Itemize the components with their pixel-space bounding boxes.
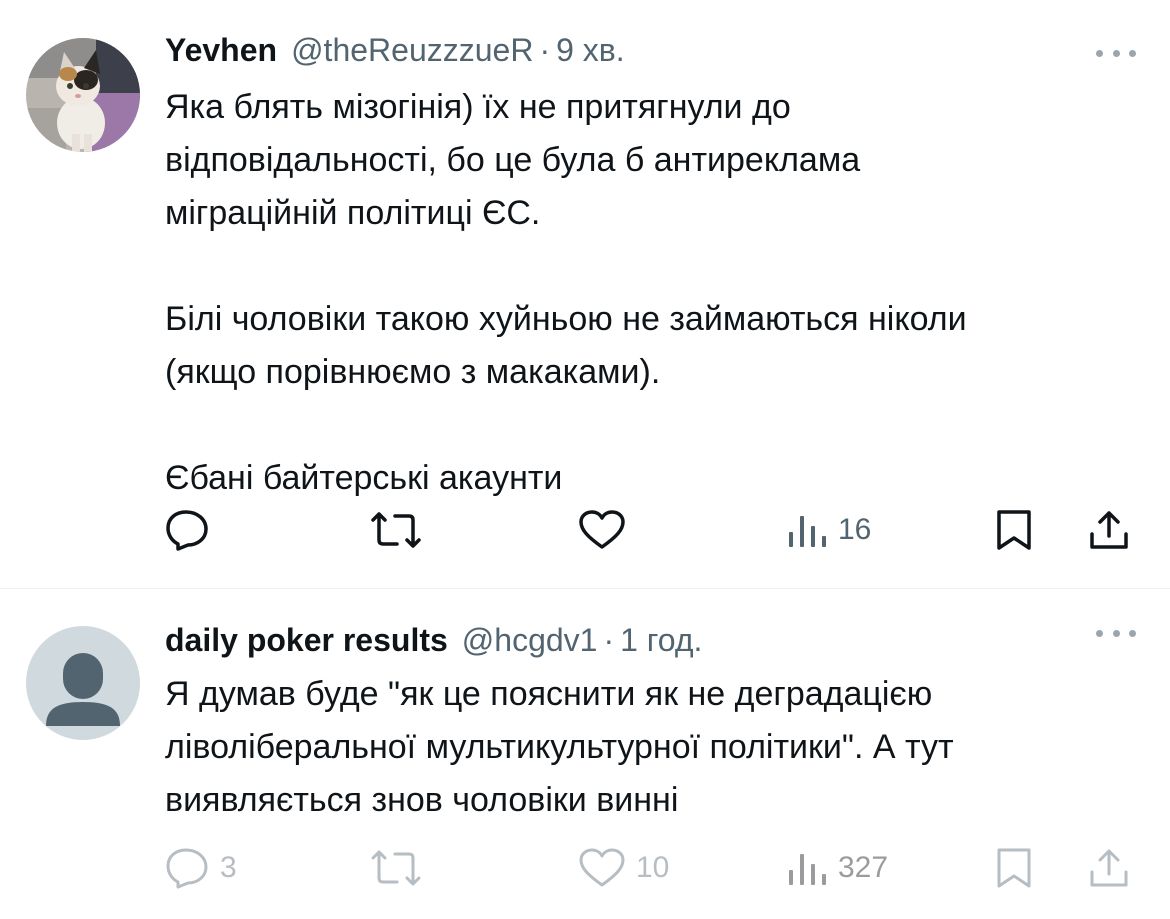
tweet-header: Yevhen @theReuzzzueR · 9 хв.: [165, 32, 625, 72]
reply-button[interactable]: [164, 500, 220, 560]
reply-icon: [166, 848, 208, 889]
text-line: Яка блять мізогінія) їх не притягнули до: [165, 88, 791, 126]
author-name[interactable]: Yevhen: [165, 32, 277, 69]
separator: ·: [539, 32, 551, 68]
share-icon: [1090, 849, 1128, 887]
share-button[interactable]: [1087, 500, 1131, 560]
bookmark-icon: [997, 848, 1031, 888]
tweet-text: Я думав буде "як це пояснити як не дегра…: [165, 668, 1145, 827]
more-icon[interactable]: [1096, 43, 1136, 63]
retweet-button[interactable]: [369, 500, 433, 560]
separator: ·: [603, 622, 615, 658]
paragraph: Яка блять мізогінія) їх не притягнули до…: [165, 81, 1145, 240]
cat-photo-avatar: [26, 38, 140, 152]
text-line: (якщо порівнюємо з макаками).: [165, 353, 661, 391]
bookmark-button[interactable]: [994, 838, 1034, 898]
paragraph: Я думав буде "як це пояснити як не дегра…: [165, 668, 1145, 827]
views-button[interactable]: 16: [786, 500, 871, 560]
avatar[interactable]: [26, 626, 140, 740]
reply-button[interactable]: 3: [164, 838, 237, 898]
text-line: Я думав буде "як це пояснити як не дегра…: [165, 675, 933, 713]
reply-count: 3: [220, 851, 237, 884]
author-handle[interactable]: @hcgdv1: [462, 622, 598, 659]
text-line: Єбані байтерські акаунти: [165, 459, 563, 497]
action-bar: 3 10 327: [0, 838, 1170, 898]
views-count: 327: [838, 851, 889, 884]
share-icon: [1090, 511, 1128, 549]
author-name[interactable]: daily poker results: [165, 622, 448, 659]
avatar[interactable]: [26, 38, 140, 152]
tweet-text: Яка блять мізогінія) їх не притягнули до…: [165, 81, 1145, 505]
text-line: відповідальності, бо це була б антирекла…: [165, 141, 861, 179]
text-line: ліволіберальної мультикультурної політик…: [165, 728, 954, 766]
reply-icon: [166, 510, 208, 551]
views-button[interactable]: 327: [786, 838, 888, 898]
views-icon: [789, 854, 826, 885]
paragraph: Білі чоловіки такою хуйньою не займаютьс…: [165, 293, 1145, 399]
text-line: виявляється знов чоловіки винні: [165, 781, 679, 819]
like-icon: [579, 848, 625, 887]
retweet-button[interactable]: [369, 838, 433, 898]
views-icon: [789, 516, 826, 547]
share-button[interactable]: [1087, 838, 1131, 898]
author-handle[interactable]: @theReuzzzueR: [291, 32, 533, 69]
retweet-icon: [371, 512, 421, 548]
views-count: 16: [838, 513, 872, 546]
like-icon: [579, 510, 625, 549]
bookmark-button[interactable]: [994, 500, 1034, 560]
timestamp[interactable]: 9 хв.: [556, 32, 625, 69]
like-button[interactable]: [578, 500, 636, 560]
more-icon[interactable]: [1096, 623, 1136, 643]
retweet-icon: [371, 850, 421, 886]
default-person-avatar: [26, 626, 140, 740]
tweet-header: daily poker results @hcgdv1 · 1 год.: [165, 622, 702, 662]
bookmark-icon: [997, 510, 1031, 550]
like-button[interactable]: 10: [578, 838, 669, 898]
text-line: Білі чоловіки такою хуйньою не займаютьс…: [165, 300, 967, 338]
paragraph: Єбані байтерські акаунти: [165, 452, 1145, 505]
action-bar: 16: [0, 500, 1170, 560]
timestamp[interactable]: 1 год.: [620, 622, 702, 659]
like-count: 10: [636, 851, 670, 884]
text-line: міграційній політиці ЄС.: [165, 194, 541, 232]
tweet[interactable]: Yevhen @theReuzzzueR · 9 хв. Яка блять м…: [0, 0, 1170, 589]
tweet[interactable]: daily poker results @hcgdv1 · 1 год. Я д…: [0, 590, 1170, 919]
